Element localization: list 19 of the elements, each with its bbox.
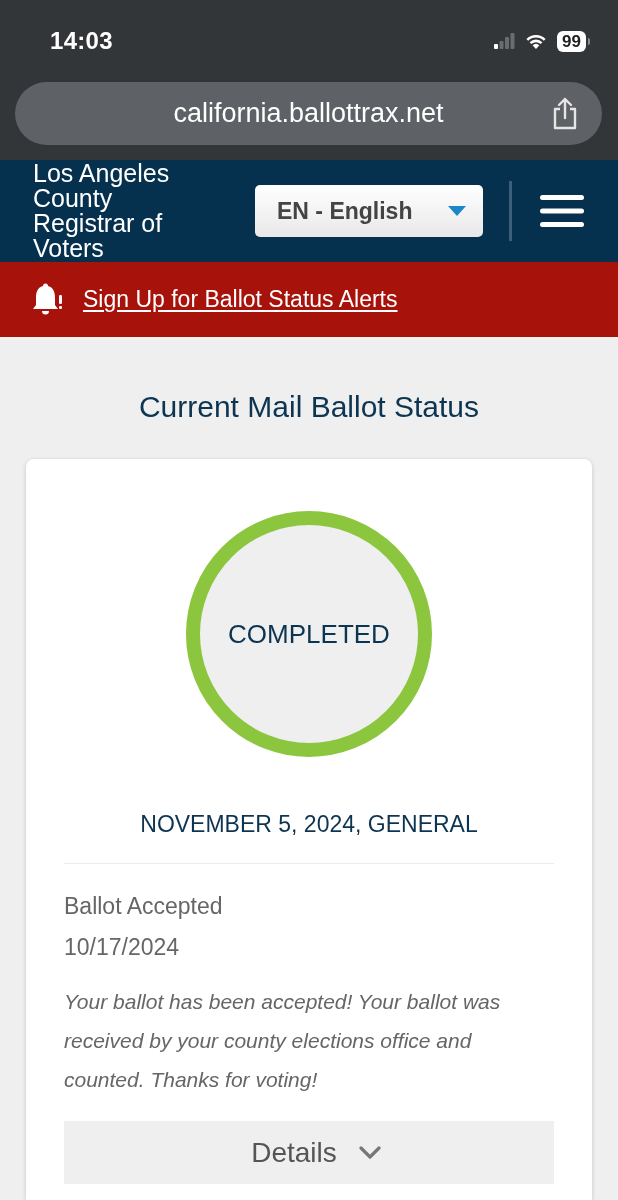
event-title: Ballot Accepted — [64, 892, 224, 921]
event-message: Your ballot has been accepted! Your ballot was received by your county elections office and counted. Thanks for voting! — [64, 989, 502, 1093]
battery-indicator: 99 — [557, 30, 590, 52]
caret-icon — [448, 206, 466, 216]
status-text: COMPLETED — [228, 618, 390, 650]
page-title: Current Mail Ballot Status — [137, 389, 481, 425]
election-name: NOVEMBER 5, 2024, GENERAL — [139, 810, 479, 839]
wifi-icon — [525, 33, 548, 49]
site-logo-text: Los Angeles County Registrar of Voters — [33, 161, 171, 261]
status-time: 14:03 — [50, 27, 113, 55]
menu-icon[interactable] — [540, 195, 584, 227]
bell-alert-icon — [30, 282, 63, 317]
chevron-down-icon — [358, 1146, 381, 1159]
language-select[interactable]: EN - English — [255, 185, 483, 237]
alert-signup-link[interactable]: Sign Up for Ballot Status Alerts — [83, 286, 398, 313]
signal-icon — [494, 33, 516, 49]
address-bar[interactable]: california.ballottrax.net — [15, 82, 602, 145]
event-date: 10/17/2024 — [64, 933, 181, 962]
details-button[interactable]: Details — [64, 1121, 554, 1184]
